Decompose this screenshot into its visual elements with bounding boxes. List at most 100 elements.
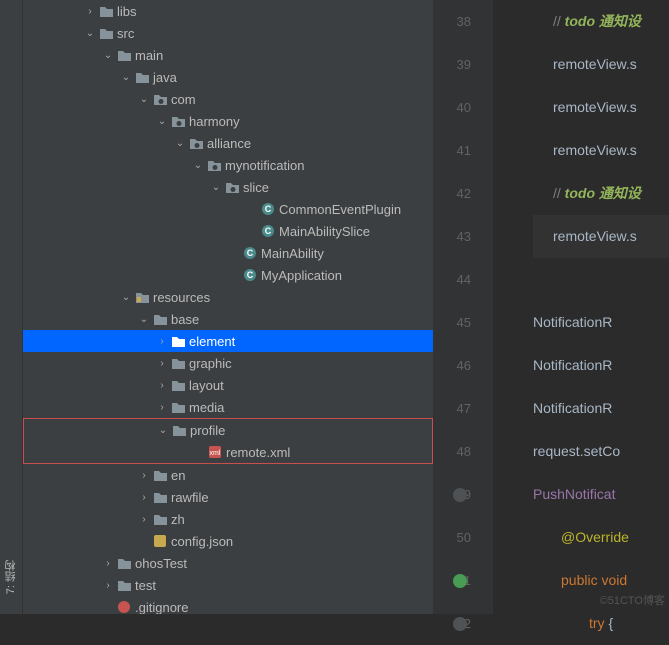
package-icon [205, 159, 223, 172]
package-icon [187, 137, 205, 150]
tree-item-layout[interactable]: › layout [23, 374, 433, 396]
package-icon [223, 181, 241, 194]
gutter-mark-icon[interactable] [453, 574, 467, 588]
code-line[interactable]: remoteView.s [533, 86, 669, 129]
chevron-right-icon[interactable]: › [155, 336, 169, 347]
line-number: 52 [433, 602, 471, 645]
chevron-down-icon[interactable]: ⌄ [137, 314, 151, 325]
code-line[interactable]: NotificationR [533, 301, 669, 344]
tree-item-element[interactable]: ›element [23, 330, 433, 352]
code-line[interactable]: // todo 通知设 [533, 0, 669, 43]
tree-item-zh[interactable]: › zh [23, 508, 433, 530]
code-token: public void [561, 572, 627, 588]
svg-text:C: C [247, 270, 254, 280]
tree-item-mainability[interactable]: CMainAbility [23, 242, 433, 264]
chevron-right-icon[interactable]: › [83, 6, 97, 17]
chevron-right-icon[interactable]: › [137, 514, 151, 525]
chevron-right-icon[interactable]: › [101, 558, 115, 569]
tool-window-bar[interactable]: 7: 结构 [0, 0, 23, 614]
tree-item-libs[interactable]: ›libs [23, 0, 433, 22]
tree-item-slice[interactable]: ⌄ slice [23, 176, 433, 198]
code-token: remoteView.s [553, 56, 637, 72]
tree-item-myapplication[interactable]: C MyApplication [23, 264, 433, 286]
chevron-down-icon[interactable]: ⌄ [173, 138, 187, 149]
chevron-right-icon[interactable]: › [137, 470, 151, 481]
code-line[interactable]: try { [533, 602, 669, 645]
line-number: 42 [433, 172, 471, 215]
tree-item-remote-xml[interactable]: xmlremote.xml [24, 441, 432, 463]
chevron-down-icon[interactable]: ⌄ [155, 116, 169, 127]
folder-icon [115, 49, 133, 62]
tree-item-mynotification[interactable]: ⌄mynotification [23, 154, 433, 176]
tree-item-label: test [133, 578, 156, 593]
tree-item-resources[interactable]: ⌄resources [23, 286, 433, 308]
code-line[interactable]: @Override [533, 516, 669, 559]
tree-item-label: MyApplication [259, 268, 342, 283]
tree-item-media[interactable]: ›media [23, 396, 433, 418]
tree-item-src[interactable]: ⌄src [23, 22, 433, 44]
tree-item-en[interactable]: ›en [23, 464, 433, 486]
code-line[interactable]: // todo 通知设 [533, 172, 669, 215]
tree-item--gitignore[interactable]: .gitignore [23, 596, 433, 614]
code-line[interactable] [533, 258, 669, 301]
tree-item-label: rawfile [169, 490, 209, 505]
tree-item-label: slice [241, 180, 269, 195]
code-token: todo 通知设 [565, 13, 641, 29]
chevron-down-icon[interactable]: ⌄ [119, 292, 133, 303]
code-line[interactable]: request.setCo [533, 430, 669, 473]
code-token: NotificationR [533, 357, 612, 373]
code-line[interactable]: remoteView.s [533, 215, 669, 258]
chevron-down-icon[interactable]: ⌄ [119, 72, 133, 83]
code-line[interactable]: remoteView.s [533, 43, 669, 86]
tree-item-harmony[interactable]: ⌄harmony [23, 110, 433, 132]
chevron-right-icon[interactable]: › [137, 492, 151, 503]
tree-item-base[interactable]: ⌄base [23, 308, 433, 330]
line-number: 45 [433, 301, 471, 344]
chevron-down-icon[interactable]: ⌄ [101, 50, 115, 61]
tree-item-mainabilityslice[interactable]: CMainAbilitySlice [23, 220, 433, 242]
tree-item-graphic[interactable]: › graphic [23, 352, 433, 374]
chevron-right-icon[interactable]: › [155, 380, 169, 391]
code-line[interactable]: NotificationR [533, 387, 669, 430]
gutter-mark-icon[interactable] [453, 617, 467, 631]
chevron-down-icon[interactable]: ⌄ [156, 425, 170, 436]
tree-item-java[interactable]: ⌄java [23, 66, 433, 88]
code-line[interactable]: remoteView.s [533, 129, 669, 172]
tree-item-profile[interactable]: ⌄profile [24, 419, 432, 441]
code-token: request.setCo [533, 443, 620, 459]
chevron-down-icon[interactable]: ⌄ [191, 160, 205, 171]
project-tree[interactable]: ›libs⌄src⌄main⌄java⌄com⌄harmony⌄alliance… [23, 0, 433, 614]
chevron-down-icon[interactable]: ⌄ [209, 182, 223, 193]
chevron-right-icon[interactable]: › [101, 580, 115, 591]
chevron-right-icon[interactable]: › [155, 358, 169, 369]
folder-icon [169, 335, 187, 348]
line-number: 50 [433, 516, 471, 559]
tree-item-com[interactable]: ⌄com [23, 88, 433, 110]
line-number: 41 [433, 129, 471, 172]
editor-gutter: 383940414243444546474849505152 [433, 0, 493, 614]
tree-item-label: layout [187, 378, 224, 393]
chevron-down-icon[interactable]: ⌄ [137, 94, 151, 105]
chevron-right-icon[interactable]: › [155, 402, 169, 413]
chevron-down-icon[interactable]: ⌄ [83, 28, 97, 39]
svg-text:xml: xml [210, 450, 221, 457]
tree-item-test[interactable]: › test [23, 574, 433, 596]
code-token: remoteView.s [553, 228, 637, 244]
tree-item-config-json[interactable]: config.json [23, 530, 433, 552]
tree-item-main[interactable]: ⌄main [23, 44, 433, 66]
tree-item-alliance[interactable]: ⌄alliance [23, 132, 433, 154]
code-line[interactable]: NotificationR [533, 344, 669, 387]
code-line[interactable]: PushNotificat [533, 473, 669, 516]
tree-item-ohostest[interactable]: ›ohosTest [23, 552, 433, 574]
structure-tool-label[interactable]: 7: 结构 [3, 560, 19, 594]
tree-item-rawfile[interactable]: › rawfile [23, 486, 433, 508]
res-folder-icon [133, 291, 151, 304]
tree-item-label: zh [169, 512, 185, 527]
code-editor[interactable]: 383940414243444546474849505152 // todo 通… [433, 0, 669, 614]
gutter-mark-icon[interactable] [453, 488, 467, 502]
tree-item-commoneventplugin[interactable]: CCommonEventPlugin [23, 198, 433, 220]
xml-icon: xml [206, 445, 224, 459]
tree-item-label: remote.xml [224, 445, 290, 460]
code-area[interactable]: // todo 通知设remoteView.sremoteView.sremot… [493, 0, 669, 614]
tree-item-label: graphic [187, 356, 232, 371]
